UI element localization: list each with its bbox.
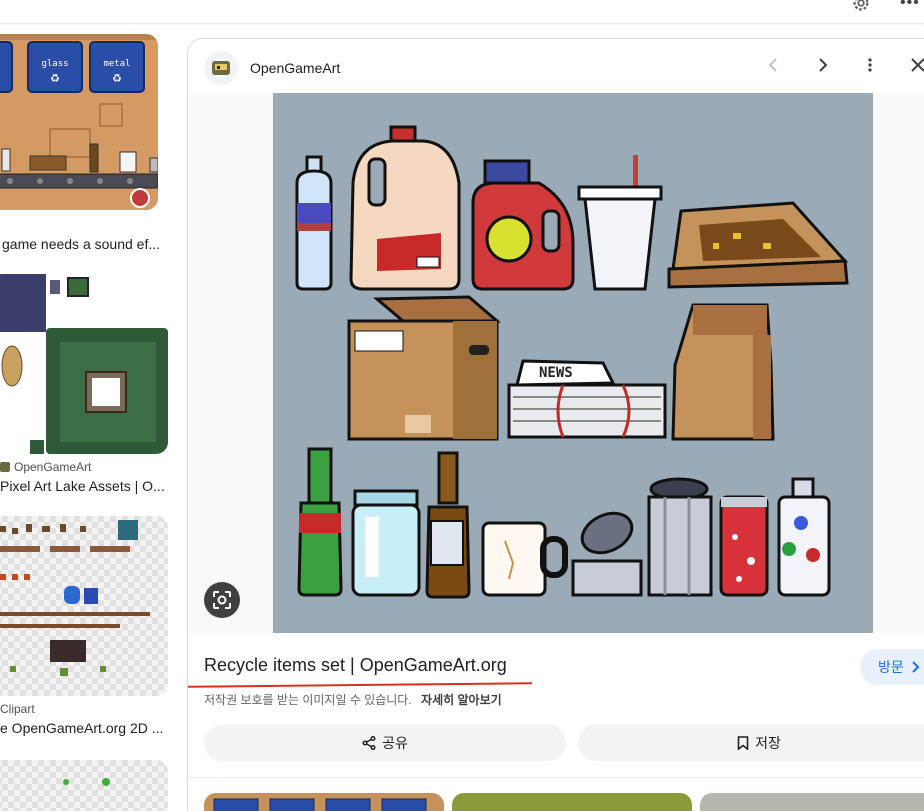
more-vert-icon[interactable] bbox=[858, 53, 882, 77]
visit-button-label: 방문 bbox=[878, 659, 904, 675]
save-button[interactable]: 저장 bbox=[578, 725, 924, 761]
partial-result-image bbox=[0, 760, 168, 811]
bin-glass-label: glass bbox=[41, 59, 68, 69]
svg-text:♻: ♻ bbox=[50, 73, 60, 85]
chevron-right-icon bbox=[912, 661, 920, 673]
result-source-label: OpenGameArt bbox=[14, 460, 92, 474]
tall-can-sprite bbox=[647, 477, 713, 597]
result-source-label: Clipart bbox=[0, 702, 35, 716]
svg-text:♻: ♻ bbox=[112, 73, 122, 85]
more-options-icon[interactable]: ••• bbox=[900, 0, 920, 12]
chevron-left-icon[interactable] bbox=[762, 53, 786, 77]
result-caption[interactable]: e OpenGameArt.org 2D ... bbox=[0, 720, 167, 736]
close-icon[interactable] bbox=[906, 53, 924, 77]
visit-button[interactable]: 방문 bbox=[860, 649, 924, 685]
soda-can-sprite bbox=[719, 495, 769, 597]
related-thumbnail[interactable] bbox=[700, 793, 924, 811]
page: ••• glass metal ♻ ♻ game needs a sound e… bbox=[0, 0, 924, 811]
recycle-game-image: glass metal ♻ ♻ bbox=[0, 34, 158, 210]
save-label: 저장 bbox=[755, 735, 781, 751]
site-name[interactable]: OpenGameArt bbox=[250, 60, 340, 76]
newspaper-news-text: NEWS bbox=[539, 365, 573, 381]
lens-icon[interactable] bbox=[204, 582, 240, 618]
bin-metal-label: metal bbox=[103, 59, 130, 69]
panel-header: OpenGameArt bbox=[204, 51, 340, 85]
result-thumbnail-lake-assets[interactable] bbox=[0, 274, 168, 454]
result-thumbnail-partial[interactable] bbox=[0, 760, 168, 811]
result-thumbnail-recycle-game[interactable]: glass metal ♻ ♻ bbox=[0, 34, 158, 210]
bookmark-icon bbox=[737, 736, 749, 750]
preview-image[interactable]: NEWS bbox=[273, 93, 873, 633]
paper-bag-sprite bbox=[671, 303, 775, 441]
share-icon bbox=[362, 736, 376, 750]
top-bar: ••• bbox=[0, 0, 924, 24]
image-preview-panel: OpenGameArt NEWS Recycle items set | Ope… bbox=[187, 38, 924, 811]
spray-can-sprite bbox=[777, 477, 831, 597]
panel-divider bbox=[188, 777, 924, 778]
site-favicon-icon bbox=[0, 462, 10, 472]
image-title[interactable]: Recycle items set | OpenGameArt.org bbox=[204, 655, 507, 676]
result-thumbnail-sprite-sheet[interactable] bbox=[0, 516, 168, 696]
milk-jug-sprite bbox=[349, 125, 461, 291]
recycle-items-art: NEWS bbox=[273, 93, 873, 633]
lake-assets-image bbox=[0, 274, 168, 454]
annotation-underline bbox=[187, 682, 533, 688]
related-thumbnail[interactable] bbox=[204, 793, 444, 811]
learn-more-link[interactable]: 자세히 알아보기 bbox=[421, 693, 502, 707]
share-label: 공유 bbox=[382, 735, 408, 751]
result-source: Clipart bbox=[0, 702, 35, 716]
related-thumbnail[interactable] bbox=[452, 793, 692, 811]
sprite-sheet-image bbox=[0, 516, 168, 696]
water-bottle-sprite bbox=[295, 155, 333, 291]
copyright-notice: 저작권 보호를 받는 이미지일 수 있습니다. 자세히 알아보기 bbox=[204, 691, 502, 708]
result-caption[interactable]: game needs a sound ef... bbox=[2, 236, 167, 252]
gear-icon[interactable] bbox=[850, 0, 872, 14]
share-button[interactable]: 공유 bbox=[204, 725, 566, 761]
result-caption[interactable]: Pixel Art Lake Assets | O... bbox=[0, 478, 167, 494]
chevron-right-icon[interactable] bbox=[810, 53, 834, 77]
site-logo-icon[interactable] bbox=[204, 51, 238, 85]
result-source: OpenGameArt bbox=[0, 460, 91, 474]
glass-jar-sprite bbox=[351, 489, 421, 597]
copyright-text: 저작권 보호를 받는 이미지일 수 있습니다. bbox=[204, 693, 412, 707]
